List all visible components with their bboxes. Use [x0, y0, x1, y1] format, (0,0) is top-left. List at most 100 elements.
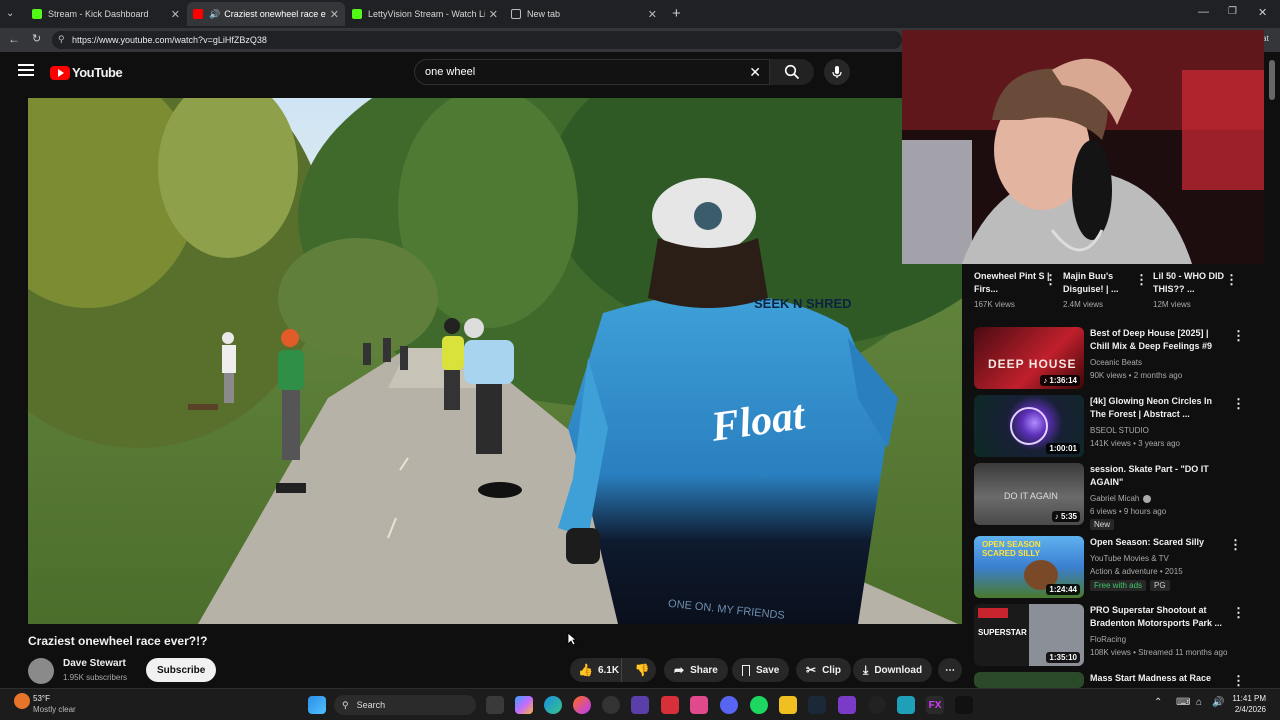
task-view-icon[interactable]: [486, 696, 504, 714]
short-item[interactable]: Majin Buu's Disguise! | ... 2.4M views: [1063, 270, 1143, 311]
recommendation-item[interactable]: PRO Superstar Shootout at Bradenton Moto…: [1090, 604, 1230, 659]
more-options-icon[interactable]: ⋮: [1232, 673, 1245, 689]
clear-search-icon[interactable]: ✕: [749, 64, 761, 81]
share-button[interactable]: ➦ Share: [664, 658, 728, 682]
close-window-icon[interactable]: ✕: [1258, 6, 1267, 19]
new-tab-button[interactable]: +: [672, 5, 681, 22]
site-info-icon[interactable]: ⚲: [58, 34, 65, 45]
close-tab-icon[interactable]: ✕: [171, 8, 180, 21]
file-explorer-icon[interactable]: [779, 696, 797, 714]
spotify-icon[interactable]: [750, 696, 768, 714]
dislike-button[interactable]: 👎: [628, 658, 656, 682]
browser-tab-bar: ⌄ Stream - Kick Dashboard ✕ 🔊 Craziest o…: [0, 0, 1280, 28]
channel-name[interactable]: Dave Stewart: [63, 658, 126, 669]
tab-new-tab[interactable]: New tab ✕: [505, 2, 663, 26]
scrollbar-thumb[interactable]: [1269, 60, 1275, 100]
recommendation-item[interactable]: Best of Deep House [2025] | Chill Mix & …: [1090, 327, 1230, 382]
more-options-icon[interactable]: ⋮: [1232, 605, 1245, 621]
more-options-icon[interactable]: ⋮: [1232, 396, 1245, 412]
more-options-icon[interactable]: ⋮: [1229, 537, 1242, 553]
keyboard-icon[interactable]: ⌨: [1176, 697, 1190, 708]
music-app-icon[interactable]: [690, 696, 708, 714]
subscribe-button[interactable]: Subscribe: [146, 658, 217, 682]
bookmark-icon: [742, 664, 750, 676]
page-scrollbar[interactable]: [1268, 56, 1276, 686]
firefox-icon[interactable]: [573, 696, 591, 714]
tab-youtube-video[interactable]: 🔊 Craziest onewheel race ever?! ✕: [187, 2, 345, 26]
duration-badge: 1:35:10: [1046, 652, 1080, 663]
youtube-app-icon[interactable]: [661, 696, 679, 714]
mouse-cursor-icon: [567, 632, 577, 646]
webcam-overlay: [902, 30, 1264, 264]
neon-circle-graphic: [1010, 407, 1048, 445]
video-player[interactable]: SEEK N SHRED Float ONE ON. MY FRIENDS: [28, 98, 962, 624]
windows-taskbar: 53°F Mostly clear ⚲ Search FX ⌃ ⌨ ⌂ 🔊 11…: [0, 688, 1280, 720]
video-thumbnail[interactable]: DEEP HOUSE ♪ 1:36:14: [974, 327, 1084, 389]
weather-icon[interactable]: [14, 693, 30, 709]
recommendation-item[interactable]: [4k] Glowing Neon Circles In The Forest …: [1090, 395, 1230, 450]
taskbar-search[interactable]: ⚲ Search: [334, 695, 476, 715]
more-options-icon[interactable]: ⋮: [1225, 272, 1238, 288]
network-icon[interactable]: ⌂: [1196, 697, 1202, 708]
new-tab-icon: [511, 9, 521, 19]
tab-list-icon[interactable]: ⌄: [6, 8, 20, 20]
download-button[interactable]: ⤓ Download: [853, 658, 933, 682]
back-icon[interactable]: ←: [8, 32, 20, 46]
speaker-icon[interactable]: 🔊: [209, 9, 220, 20]
clip-button[interactable]: ✂ Clip: [796, 658, 851, 682]
recommendation-item[interactable]: Open Season: Scared Silly YouTube Movies…: [1090, 536, 1230, 591]
tab-kick-dashboard[interactable]: Stream - Kick Dashboard ✕: [26, 2, 186, 26]
show-hidden-icons[interactable]: ⌃: [1154, 697, 1162, 708]
temperature-label: 53°F: [33, 694, 50, 703]
copilot-icon[interactable]: [515, 696, 533, 714]
windows-start-icon[interactable]: [308, 696, 326, 714]
obs-icon[interactable]: [602, 696, 620, 714]
channel-avatar[interactable]: [28, 658, 54, 684]
video-thumbnail[interactable]: 1:00:01: [974, 395, 1084, 457]
recommendation-item[interactable]: Mass Start Madness at Race: [1090, 672, 1230, 685]
menu-icon[interactable]: [18, 64, 34, 76]
download-icon: ⤓: [863, 662, 869, 677]
steam-icon[interactable]: [808, 696, 826, 714]
restore-icon[interactable]: ❐: [1228, 6, 1237, 17]
recommendation-item[interactable]: session. Skate Part - "DO IT AGAIN" Gabr…: [1090, 463, 1230, 530]
streamer-webcam-image: [902, 30, 1264, 264]
video-thumbnail[interactable]: [974, 672, 1084, 688]
minimize-icon[interactable]: —: [1198, 6, 1209, 18]
more-actions-button[interactable]: ⋯: [938, 658, 962, 682]
save-button[interactable]: Save: [732, 658, 790, 682]
url-field[interactable]: ⚲ https://www.youtube.com/watch?v=gLiHfZ…: [52, 31, 902, 49]
close-tab-icon[interactable]: ✕: [330, 8, 339, 21]
short-item[interactable]: Lil 50 - WHO DID THIS?? ... 12M views: [1153, 270, 1225, 311]
app-icon[interactable]: [955, 696, 973, 714]
video-thumbnail[interactable]: DO IT AGAIN ♪ 5:35: [974, 463, 1084, 525]
clock-time[interactable]: 11:41 PM: [1230, 694, 1266, 703]
more-options-icon[interactable]: ⋮: [1044, 272, 1057, 288]
video-thumbnail[interactable]: SUPERSTAR 1:35:10: [974, 604, 1084, 666]
volume-icon[interactable]: 🔊: [1212, 697, 1224, 708]
verified-icon: [1143, 494, 1152, 503]
like-dislike-group: 👍 6.1K 👎: [570, 658, 656, 682]
more-options-icon[interactable]: ⋮: [1232, 328, 1245, 344]
app-icon[interactable]: [631, 696, 649, 714]
reload-icon[interactable]: ↻: [32, 32, 41, 45]
more-options-icon[interactable]: ⋮: [1135, 272, 1148, 288]
search-input[interactable]: one wheel ✕: [414, 59, 770, 85]
search-button[interactable]: [770, 59, 814, 85]
like-button[interactable]: 👍 6.1K: [570, 658, 623, 682]
app-icon[interactable]: [838, 696, 856, 714]
close-tab-icon[interactable]: ✕: [489, 8, 498, 21]
app-icon[interactable]: [868, 696, 886, 714]
voice-search-button[interactable]: [824, 59, 850, 85]
edge-icon[interactable]: [544, 696, 562, 714]
clock-date[interactable]: 2/4/2026: [1230, 705, 1266, 714]
fx-app-icon[interactable]: FX: [926, 696, 944, 714]
short-item[interactable]: Onewheel Pint S | Firs... 167K views: [974, 270, 1054, 311]
video-thumbnail[interactable]: OPEN SEASON SCARED SILLY 1:24:44: [974, 536, 1084, 598]
app-icon[interactable]: [897, 696, 915, 714]
youtube-logo[interactable]: YouTube: [50, 65, 123, 80]
discord-icon[interactable]: [720, 696, 738, 714]
close-tab-icon[interactable]: ✕: [648, 8, 657, 21]
tab-lettyvision[interactable]: LettyVision Stream - Watch Live on ✕: [346, 2, 504, 26]
share-icon: ➦: [674, 663, 685, 677]
